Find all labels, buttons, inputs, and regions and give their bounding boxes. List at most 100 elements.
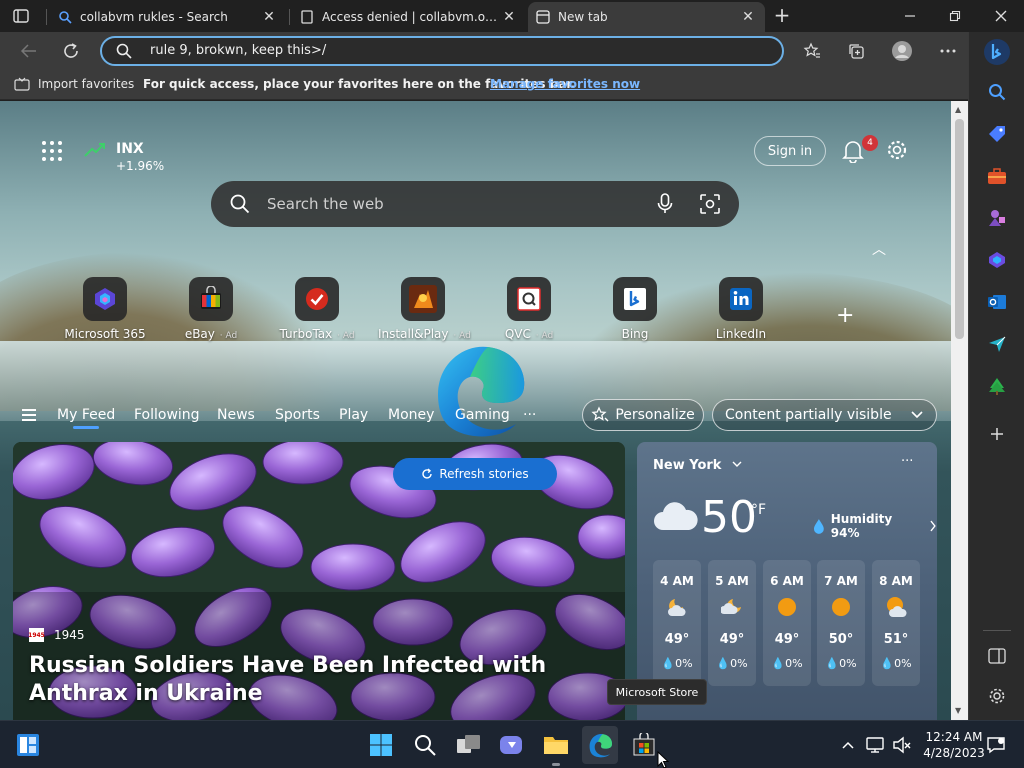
quick-link-microsoft-365[interactable]: Microsoft 365 bbox=[60, 277, 150, 341]
visual-search-icon[interactable] bbox=[699, 193, 721, 215]
taskbar-search-icon[interactable] bbox=[411, 731, 439, 759]
tab-new-tab[interactable]: New tab ✕ bbox=[528, 2, 765, 32]
tree-icon[interactable] bbox=[985, 374, 1009, 398]
games-icon[interactable] bbox=[985, 206, 1009, 230]
humidity-value: Humidity 94% bbox=[830, 512, 893, 540]
feed-nav-more-icon[interactable]: ··· bbox=[523, 407, 536, 423]
hourly-forecast[interactable]: 5 AM 49° 💧0% bbox=[708, 560, 756, 686]
network-icon[interactable] bbox=[864, 731, 888, 759]
address-input[interactable]: rule 9, brokwn, keep this>/ bbox=[150, 43, 326, 58]
microphone-icon[interactable] bbox=[657, 193, 673, 215]
stock-symbol: INX bbox=[116, 141, 144, 157]
shopping-tag-icon[interactable] bbox=[985, 122, 1009, 146]
partly-cloudy-day-icon bbox=[887, 597, 907, 617]
scroll-down-icon[interactable]: ▼ bbox=[955, 706, 961, 715]
hour-temp: 49° bbox=[719, 632, 745, 647]
app-launcher-icon[interactable] bbox=[42, 141, 62, 161]
hourly-forecast[interactable]: 6 AM 49° 💧0% bbox=[763, 560, 811, 686]
feed-nav-sports[interactable]: Sports bbox=[275, 407, 320, 423]
quick-link-install-play[interactable]: Install&Play · Ad bbox=[378, 277, 471, 341]
content-visibility-dropdown[interactable]: Content partially visible bbox=[712, 399, 937, 431]
settings-more-icon[interactable] bbox=[936, 39, 960, 63]
microsoft-365-icon[interactable] bbox=[985, 248, 1009, 272]
restore-button[interactable] bbox=[932, 0, 978, 32]
notifications-bell-icon[interactable]: 4 bbox=[842, 135, 878, 164]
hide-sidebar-icon[interactable] bbox=[985, 644, 1009, 668]
back-button[interactable] bbox=[15, 39, 41, 63]
hour-time: 7 AM bbox=[824, 574, 858, 588]
weather-more-icon[interactable]: ··· bbox=[901, 454, 913, 469]
favorites-star-icon[interactable] bbox=[800, 39, 824, 63]
import-favorites-button[interactable]: Import favorites bbox=[14, 77, 134, 91]
web-search-input[interactable]: Search the web bbox=[267, 195, 384, 213]
tab-search[interactable]: collabvm rukles - Search ✕ bbox=[50, 2, 286, 32]
edge-sidebar bbox=[968, 32, 1024, 720]
new-tab-button[interactable]: + bbox=[770, 5, 794, 27]
outlook-icon[interactable] bbox=[985, 290, 1009, 314]
hourly-forecast[interactable]: 8 AM 51° 💧0% bbox=[872, 560, 920, 686]
feed-nav-news[interactable]: News bbox=[217, 407, 255, 423]
teams-chat-icon[interactable] bbox=[498, 731, 526, 759]
content-visibility-value: Content partially visible bbox=[725, 407, 892, 423]
source-name: 1945 bbox=[54, 628, 85, 642]
quick-link-turbotax[interactable]: TurboTax · Ad bbox=[272, 277, 362, 341]
notification-center-icon[interactable] bbox=[984, 731, 1008, 759]
hourly-forecast[interactable]: 7 AM 50° 💧0% bbox=[817, 560, 865, 686]
feed-nav-my-feed[interactable]: My Feed bbox=[57, 407, 115, 429]
quick-link-ebay[interactable]: eBay · Ad bbox=[166, 277, 256, 341]
feed-nav-play[interactable]: Play bbox=[339, 407, 368, 423]
file-explorer-icon[interactable] bbox=[542, 731, 570, 766]
close-window-button[interactable] bbox=[978, 0, 1024, 32]
stock-ticker[interactable]: INX +1.96% bbox=[84, 141, 164, 173]
scrollbar-thumb[interactable] bbox=[955, 119, 964, 339]
show-hidden-icons-chevron-up-icon[interactable] bbox=[836, 731, 860, 759]
sidebar-settings-icon[interactable] bbox=[985, 684, 1009, 708]
hourly-forecast[interactable]: 4 AM 49° 💧0% bbox=[653, 560, 701, 686]
add-sidebar-app-icon[interactable] bbox=[985, 422, 1009, 446]
volume-muted-icon[interactable] bbox=[890, 731, 914, 759]
edge-taskbar-icon[interactable] bbox=[582, 726, 618, 764]
tab-close-icon[interactable]: ✕ bbox=[739, 9, 757, 25]
scroll-up-icon[interactable]: ▲ bbox=[955, 105, 961, 114]
sign-in-button[interactable]: Sign in bbox=[754, 136, 826, 166]
tab-actions-icon[interactable] bbox=[10, 6, 32, 26]
page-scrollbar[interactable]: ▲ ▼ bbox=[951, 101, 968, 720]
profile-avatar[interactable] bbox=[890, 39, 914, 63]
send-drop-icon[interactable] bbox=[985, 332, 1009, 356]
tab-close-icon[interactable]: ✕ bbox=[260, 9, 278, 25]
personalize-button[interactable]: Personalize bbox=[582, 399, 704, 431]
system-clock[interactable]: 12:24 AM 4/28/2023 bbox=[920, 729, 988, 761]
tab-close-icon[interactable]: ✕ bbox=[500, 9, 518, 25]
search-icon[interactable] bbox=[985, 80, 1009, 104]
feed-nav-gaming[interactable]: Gaming bbox=[455, 407, 510, 423]
story-headline[interactable]: Russian Soldiers Have Been Infected with… bbox=[29, 652, 609, 708]
collections-icon[interactable] bbox=[844, 39, 868, 63]
microsoft-store-icon[interactable] bbox=[630, 731, 658, 759]
start-windows-icon[interactable] bbox=[367, 731, 395, 759]
task-view-icon[interactable] bbox=[455, 731, 483, 759]
feed-nav-following[interactable]: Following bbox=[134, 407, 200, 423]
humidity-link[interactable]: Humidity 94% bbox=[813, 512, 937, 540]
minimize-button[interactable] bbox=[887, 0, 933, 32]
collapse-chevron-up-icon[interactable]: ︿ bbox=[872, 239, 886, 259]
tab-access-denied[interactable]: Access denied | collabvm.org use ✕ bbox=[292, 2, 526, 32]
weather-location[interactable]: New York bbox=[653, 458, 742, 473]
add-quick-link-button[interactable]: + bbox=[836, 303, 854, 328]
refresh-stories-button[interactable]: Refresh stories bbox=[393, 458, 557, 490]
widgets-icon[interactable] bbox=[14, 731, 42, 759]
web-search-box[interactable]: Search the web bbox=[211, 181, 739, 227]
quick-link-bing[interactable]: Bing bbox=[590, 277, 680, 341]
quick-link-linkedin[interactable]: LinkedIn bbox=[696, 277, 786, 341]
hour-time: 4 AM bbox=[660, 574, 694, 588]
quick-link-label: TurboTax bbox=[279, 327, 333, 341]
manage-favorites-link[interactable]: Manage favorites now bbox=[490, 77, 640, 91]
quick-link-qvc[interactable]: QVC · Ad bbox=[484, 277, 574, 341]
tools-briefcase-icon[interactable] bbox=[985, 164, 1009, 188]
hour-precip: 💧0% bbox=[661, 657, 693, 670]
page-settings-gear-icon[interactable] bbox=[886, 139, 910, 163]
menu-hamburger-icon[interactable] bbox=[22, 409, 36, 424]
address-bar[interactable]: rule 9, brokwn, keep this>/ bbox=[100, 36, 784, 66]
refresh-button[interactable] bbox=[58, 39, 84, 63]
feed-nav-money[interactable]: Money bbox=[388, 407, 434, 423]
bing-chat-icon[interactable] bbox=[981, 36, 1013, 68]
